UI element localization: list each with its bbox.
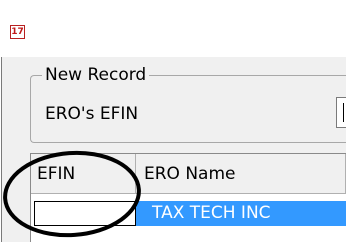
ero-efin-input[interactable] <box>336 97 346 128</box>
ero-name-cell[interactable]: TAX TECH INC <box>136 201 346 226</box>
window-titlebar: 17 <box>0 0 346 57</box>
column-header-efin[interactable]: EFIN <box>31 154 136 194</box>
app-calendar-icon: 17 <box>10 25 25 39</box>
new-record-group-title: New Record <box>42 64 150 86</box>
text-caret <box>343 103 344 122</box>
column-header-ero-name[interactable]: ERO Name <box>136 154 346 194</box>
efin-cell-editor[interactable] <box>34 201 136 226</box>
ero-efin-label: ERO's EFIN <box>45 104 139 124</box>
